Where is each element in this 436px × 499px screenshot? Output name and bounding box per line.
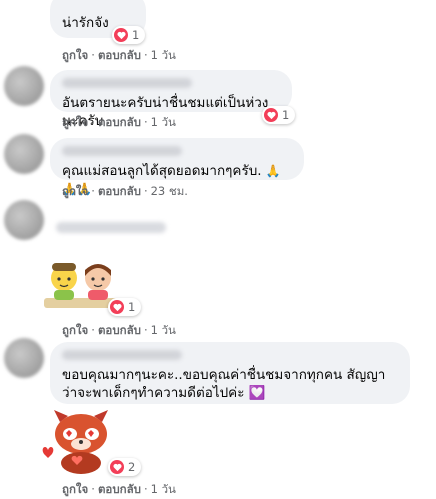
- heart-reaction-icon: [264, 108, 278, 122]
- comment-text-1: น่ารักจัง: [62, 15, 109, 31]
- comment-time-6: 1 วัน: [150, 482, 176, 496]
- reply-button-4[interactable]: ตอบกลับ: [98, 323, 141, 337]
- comment-time-4: 1 วัน: [150, 323, 176, 337]
- commenter-name-4[interactable]: [56, 222, 166, 233]
- commenter-name-2[interactable]: [62, 78, 192, 88]
- comment-time-1: 1 วัน: [150, 48, 176, 62]
- comment-text-5: ขอบคุณมากๆนะคะ..ขอบคุณค่าชื่นชมจากทุกคน …: [62, 367, 386, 401]
- reaction-count-2: 1: [282, 108, 290, 122]
- avatar-3[interactable]: [4, 134, 44, 174]
- reply-button-1[interactable]: ตอบกลับ: [98, 48, 141, 62]
- commenter-name-3[interactable]: [62, 146, 182, 156]
- reaction-badge-4[interactable]: 1: [108, 298, 142, 316]
- reply-button-6[interactable]: ตอบกลับ: [98, 482, 141, 496]
- avatar-4[interactable]: [4, 200, 44, 240]
- reaction-count-6: 2: [128, 460, 136, 474]
- like-button-2[interactable]: ถูกใจ: [62, 115, 88, 129]
- comment-actions-4: ถูกใจ · ตอบกลับ · 1 วัน: [62, 323, 176, 337]
- reaction-badge-2[interactable]: 1: [262, 106, 296, 124]
- heart-reaction-icon: [110, 460, 124, 474]
- reply-button-3[interactable]: ตอบกลับ: [98, 184, 141, 198]
- avatar-5[interactable]: [4, 338, 44, 378]
- heart-decoration-emoji: 💟: [248, 385, 266, 401]
- comment-text-3: คุณแม่สอนลูกได้สุดยอดมากๆครับ.: [62, 163, 262, 179]
- reply-button-2[interactable]: ตอบกลับ: [98, 115, 141, 129]
- comment-time-3: 23 ชม.: [150, 184, 188, 198]
- commenter-name-5[interactable]: [62, 350, 182, 360]
- comment-actions-3: ถูกใจ · ตอบกลับ · 23 ชม.: [62, 184, 188, 198]
- like-button-3[interactable]: ถูกใจ: [62, 184, 88, 198]
- like-button-4[interactable]: ถูกใจ: [62, 323, 88, 337]
- heart-reaction-icon: [114, 28, 128, 42]
- reaction-count-1: 1: [132, 28, 140, 42]
- reaction-count-4: 1: [128, 300, 136, 314]
- reaction-badge-1[interactable]: 1: [112, 26, 146, 44]
- comment-time-2: 1 วัน: [150, 115, 176, 129]
- comment-bubble-2: อันตรายนะครับน่าชื่นชมแต่เป็นห่วงนะครับ: [50, 70, 292, 129]
- comment-actions-1: ถูกใจ · ตอบกลับ · 1 วัน: [62, 48, 176, 62]
- like-button-1[interactable]: ถูกใจ: [62, 48, 88, 62]
- heart-reaction-icon: [110, 300, 124, 314]
- comment-bubble-3: คุณแม่สอนลูกได้สุดยอดมากๆครับ. 🙏🙏🙏: [50, 138, 304, 196]
- comment-actions-6: ถูกใจ · ตอบกลับ · 1 วัน: [62, 482, 176, 496]
- like-button-6[interactable]: ถูกใจ: [62, 482, 88, 496]
- comment-actions-2: ถูกใจ · ตอบกลับ · 1 วัน: [62, 115, 176, 129]
- avatar-2[interactable]: [4, 66, 44, 106]
- reaction-badge-6[interactable]: 2: [108, 458, 142, 476]
- comment-bubble-5: ขอบคุณมากๆนะคะ..ขอบคุณค่าชื่นชมจากทุกคน …: [50, 342, 410, 404]
